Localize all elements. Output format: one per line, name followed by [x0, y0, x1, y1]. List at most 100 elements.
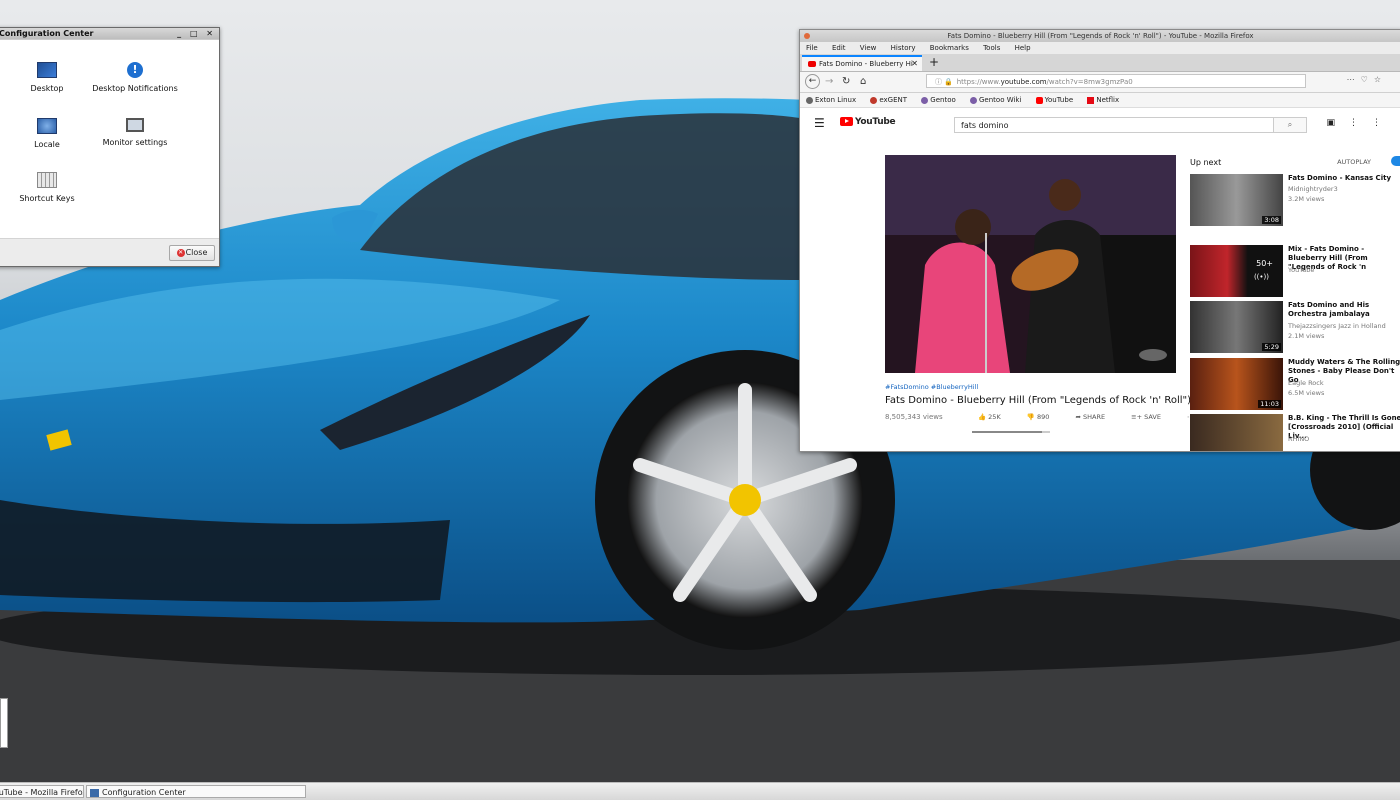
menu-tools[interactable]: Tools — [983, 44, 1000, 52]
menu-edit[interactable]: Edit — [832, 44, 846, 52]
bookmark-gentoo-wiki[interactable]: Gentoo Wiki — [970, 96, 1027, 104]
video-frame — [885, 155, 1176, 373]
url-prefix: https://www. — [956, 78, 1001, 86]
config-item-label: Desktop — [30, 84, 64, 93]
bookmark-icon — [806, 96, 813, 104]
header-actions[interactable]: ▣⋮⋮ — [1326, 118, 1395, 128]
desktop-icon — [37, 62, 57, 78]
video-hashtags[interactable]: #FatsDomino #BlueberryHill — [885, 383, 978, 391]
forward-button[interactable]: → — [825, 75, 833, 89]
keyboard-icon — [37, 172, 57, 188]
bookmark-exton-linux[interactable]: Exton Linux — [806, 96, 862, 104]
url-path: /watch?v=8mw3gmzPa0 — [1046, 78, 1133, 86]
recommendation-item[interactable]: B.B. King - The Thrill Is Gone [Crossroa… — [1190, 414, 1400, 451]
firefox-close-icon[interactable] — [804, 33, 810, 39]
video-thumbnail[interactable]: 5:29 — [1190, 301, 1283, 353]
taskbar-item-firefox[interactable]: YouTube - Mozilla Firefox — [0, 785, 84, 798]
reload-button[interactable]: ↻ — [842, 75, 850, 89]
close-button[interactable]: ✕ Close — [169, 245, 215, 261]
recommendation-item[interactable]: 5:29 Fats Domino and His Orchestra jamba… — [1190, 301, 1400, 353]
autoplay-toggle[interactable] — [1391, 156, 1400, 166]
nav-bar: ← → ↻ ⌂ ⓘ 🔒 https://www.youtube.com/watch?… — [800, 72, 1400, 93]
video-thumbnail[interactable]: 50+ ((•)) — [1190, 245, 1283, 297]
rec-views: 6.5M views — [1288, 389, 1325, 397]
bookmark-netflix[interactable]: Netflix — [1087, 96, 1125, 104]
youtube-masthead: ☰ YouTube fats domino ⌕ ▣⋮⋮ — [800, 108, 1400, 138]
recommendation-item[interactable]: 11:03 Muddy Waters & The Rolling Stones … — [1190, 358, 1400, 410]
menu-view[interactable]: View — [860, 44, 877, 52]
menubar: File Edit View History Bookmarks Tools H… — [800, 42, 1400, 54]
config-item-label: Locale — [34, 140, 60, 149]
rec-channel: Thejazzsingers Jazz in Holland — [1288, 322, 1386, 330]
bookmark-icon — [870, 96, 878, 104]
menu-bookmarks[interactable]: Bookmarks — [930, 44, 969, 52]
video-thumbnail[interactable] — [1190, 414, 1283, 451]
search-button[interactable]: ⌕ — [1273, 117, 1307, 133]
bookmark-gentoo[interactable]: Gentoo — [921, 96, 961, 104]
taskbar: YouTube - Mozilla Firefox Configuration … — [0, 782, 1400, 800]
share-button[interactable]: ➦ SHARE — [1075, 413, 1117, 421]
config-item-label: Shortcut Keys — [19, 194, 75, 203]
config-title: Configuration Center — [0, 29, 94, 38]
search-input[interactable]: fats domino — [954, 117, 1274, 133]
menu-file[interactable]: File — [806, 44, 818, 52]
firefox-titlebar[interactable]: Fats Domino - Blueberry Hill (From "Lege… — [800, 30, 1400, 42]
firefox-window: Fats Domino - Blueberry Hill (From "Lege… — [799, 29, 1400, 452]
page-actions[interactable]: ⋯♡☆ — [1347, 75, 1387, 84]
menu-history[interactable]: History — [891, 44, 916, 52]
recommendation-item[interactable]: 50+ ((•)) Mix - Fats Domino - Blueberry … — [1190, 245, 1400, 297]
config-item-label: Desktop Notifications — [92, 84, 178, 93]
config-center-window: Configuration Center _ □ ✕ Desktop ! Des… — [0, 27, 220, 267]
tab-bar: Fats Domino - Blueberry Hi ✕ + — [800, 54, 1400, 72]
window-controls[interactable]: _ □ ✕ — [177, 28, 216, 39]
recommendation-item[interactable]: 3:08 Fats Domino - Kansas City Midnightr… — [1190, 174, 1400, 226]
rec-title: Fats Domino - Kansas City — [1288, 174, 1392, 182]
url-domain: youtube.com — [1000, 78, 1047, 86]
config-item-monitor-settings[interactable]: Monitor settings — [85, 118, 185, 147]
config-item-desktop[interactable]: Desktop — [0, 62, 97, 93]
home-button[interactable]: ⌂ — [860, 75, 866, 89]
video-actions: 👍 25K 👎 890 ➦ SHARE ≡+ SAVE ⋯ — [978, 413, 1206, 421]
window-title: Fats Domino - Blueberry Hill (From "Lege… — [947, 32, 1254, 40]
rec-views: 2.1M views — [1288, 332, 1325, 340]
playlist-icon: ((•)) — [1253, 273, 1269, 281]
video-duration: 3:08 — [1262, 216, 1281, 224]
save-button[interactable]: ≡+ SAVE — [1131, 413, 1173, 421]
close-icon: ✕ — [176, 248, 185, 257]
video-duration: 5:29 — [1262, 343, 1281, 351]
rec-channel: YouTube — [1288, 266, 1315, 274]
config-item-locale[interactable]: Locale — [0, 118, 97, 149]
desktop-widget[interactable] — [0, 698, 8, 748]
video-thumbnail[interactable]: 11:03 — [1190, 358, 1283, 410]
taskbar-item-config-center[interactable]: Configuration Center — [86, 785, 306, 798]
config-titlebar[interactable]: Configuration Center _ □ ✕ — [0, 28, 219, 39]
bookmarks-toolbar: Exton Linux exGENT Gentoo Gentoo Wiki Yo… — [800, 93, 1400, 108]
new-tab-button[interactable]: + — [929, 54, 939, 70]
youtube-page: ☰ YouTube fats domino ⌕ ▣⋮⋮ #FatsDomino … — [800, 108, 1400, 451]
menu-help[interactable]: Help — [1015, 44, 1031, 52]
config-item-shortcut-keys[interactable]: Shortcut Keys — [0, 172, 97, 203]
video-thumbnail[interactable]: 3:08 — [1190, 174, 1283, 226]
autoplay-label: AUTOPLAY — [1337, 158, 1371, 166]
back-button[interactable]: ← — [805, 74, 820, 89]
tab-youtube[interactable]: Fats Domino - Blueberry Hi ✕ — [802, 55, 922, 71]
bookmark-icon — [921, 96, 929, 104]
video-duration: 11:03 — [1258, 400, 1281, 408]
youtube-favicon-icon — [808, 61, 816, 67]
url-bar[interactable]: ⓘ 🔒 https://www.youtube.com/watch?v=8mw3gm… — [926, 74, 1306, 88]
like-ratio-bar — [972, 431, 1050, 433]
like-button[interactable]: 👍 25K — [978, 413, 1013, 421]
rec-title: Fats Domino and His Orchestra jambalaya — [1288, 301, 1370, 318]
rec-channel: RHINO — [1288, 435, 1310, 443]
youtube-logo[interactable]: YouTube — [840, 117, 896, 127]
video-views: 8,505,343 views — [885, 413, 943, 421]
video-player[interactable] — [885, 155, 1176, 373]
info-icon[interactable]: ⓘ — [935, 78, 942, 86]
tab-close-icon[interactable]: ✕ — [911, 57, 918, 71]
bookmark-youtube[interactable]: YouTube — [1035, 96, 1079, 104]
dislike-button[interactable]: 👎 890 — [1027, 413, 1062, 421]
config-item-desktop-notifications[interactable]: ! Desktop Notifications — [85, 62, 185, 93]
rec-views: 3.2M views — [1288, 195, 1325, 203]
bookmark-exgent[interactable]: exGENT — [870, 96, 913, 104]
menu-icon[interactable]: ☰ — [814, 116, 825, 130]
